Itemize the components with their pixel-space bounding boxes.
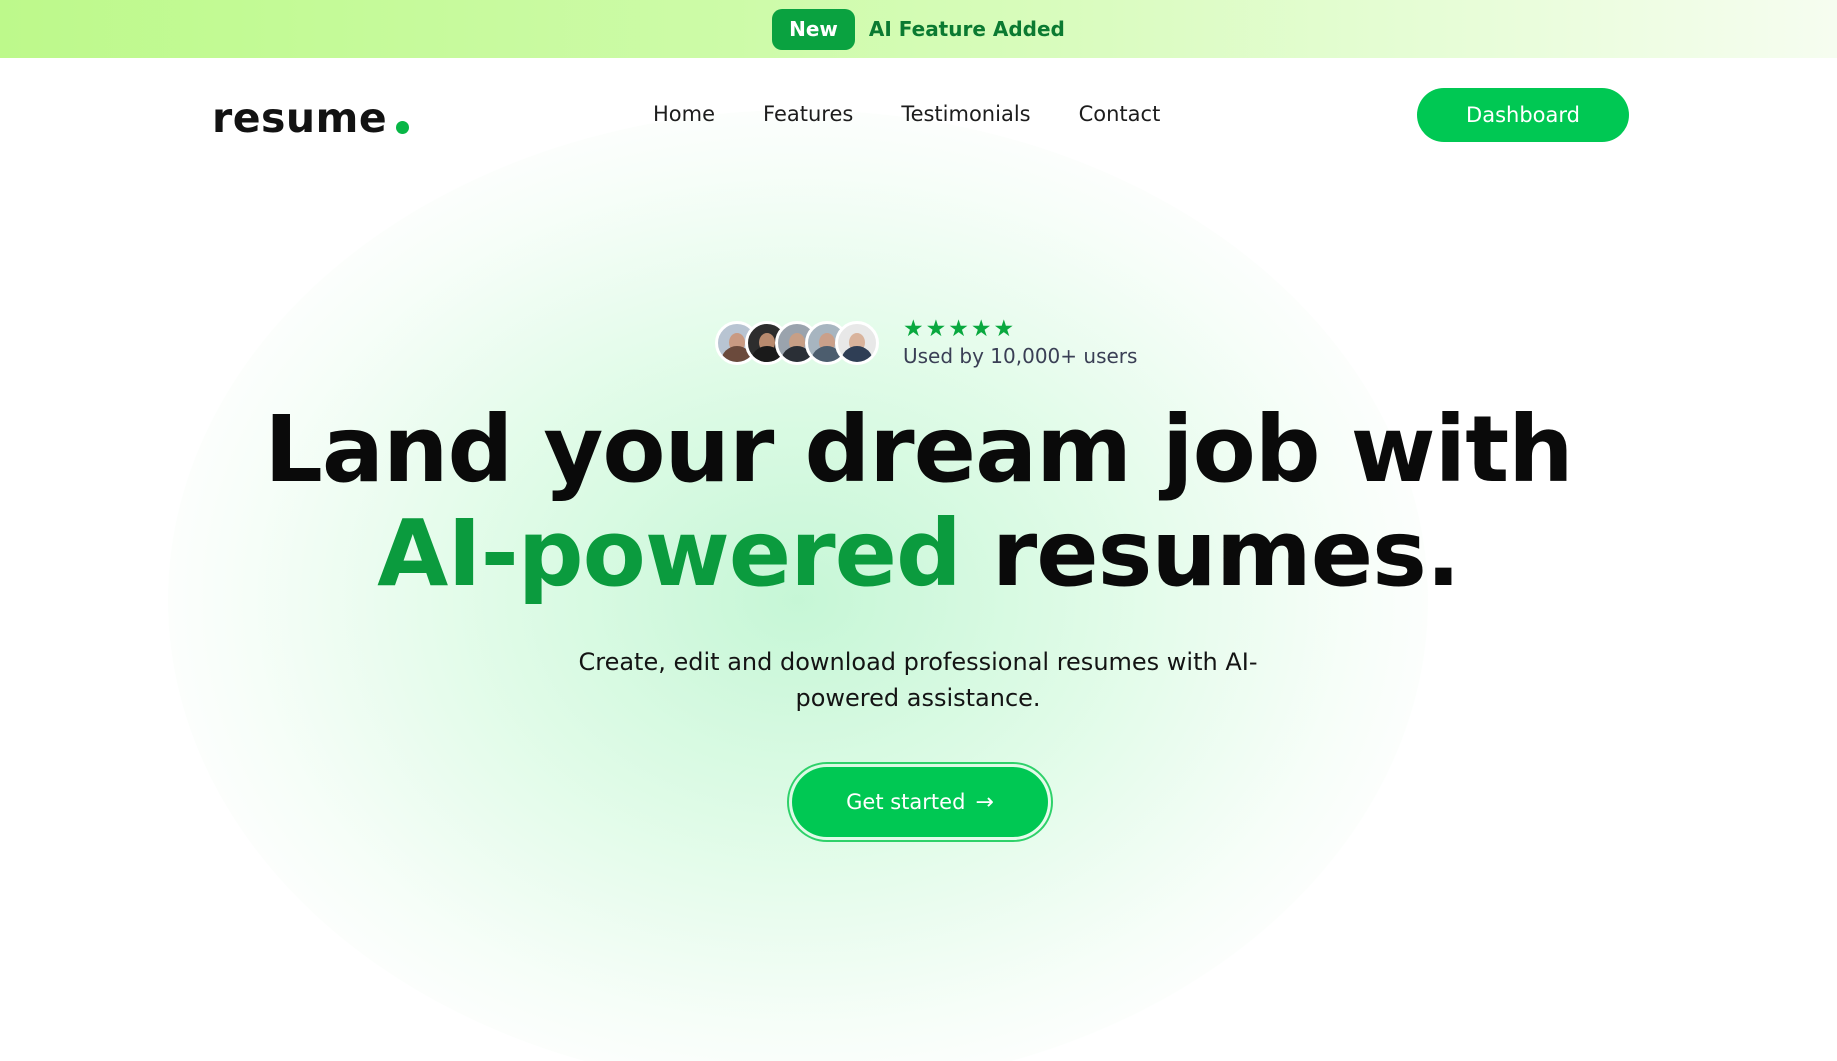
user-avatar-group — [715, 321, 879, 365]
social-proof-text: ★ ★ ★ ★ ★ Used by 10,000+ users — [903, 316, 1138, 369]
headline-accent: AI-powered — [377, 500, 962, 607]
announcement-bar: New AI Feature Added — [0, 0, 1837, 58]
star-icon: ★ — [925, 316, 947, 342]
nav-link-features[interactable]: Features — [763, 102, 853, 126]
logo-dot-icon — [396, 121, 410, 134]
landing-page: New AI Feature Added resume Home Feature… — [0, 0, 1837, 1061]
star-icon: ★ — [970, 316, 992, 342]
user-count-label: Used by 10,000+ users — [903, 344, 1138, 368]
cta-outline: Get started → — [787, 762, 1053, 842]
announcement-message[interactable]: AI Feature Added — [869, 17, 1065, 41]
site-logo[interactable]: resume — [212, 94, 410, 142]
get-started-label: Get started — [846, 790, 966, 814]
dashboard-button[interactable]: Dashboard — [1417, 88, 1629, 142]
star-icon: ★ — [903, 316, 924, 342]
nav-link-testimonials[interactable]: Testimonials — [901, 102, 1030, 126]
nav-link-home[interactable]: Home — [653, 102, 715, 126]
social-proof: ★ ★ ★ ★ ★ Used by 10,000+ users — [715, 318, 1137, 368]
main-nav: Home Features Testimonials Contact — [653, 102, 1160, 126]
star-icon: ★ — [948, 316, 969, 342]
avatar — [835, 321, 879, 365]
rating-stars: ★ ★ ★ ★ ★ — [903, 316, 1137, 342]
headline-rest: resumes. — [991, 500, 1461, 607]
site-header: resume Home Features Testimonials Contac… — [0, 58, 1837, 168]
nav-link-contact[interactable]: Contact — [1079, 102, 1161, 126]
headline-line-1: Land your dream job with — [264, 396, 1573, 503]
hero-headline: Land your dream job with AI-powered resu… — [0, 398, 1837, 606]
hero-subtitle: Create, edit and download professional r… — [578, 648, 1258, 712]
star-icon: ★ — [993, 316, 1015, 342]
get-started-button[interactable]: Get started → — [792, 767, 1048, 837]
arrow-right-icon: → — [975, 789, 994, 815]
new-badge: New — [772, 8, 855, 50]
logo-text: resume — [212, 94, 388, 142]
